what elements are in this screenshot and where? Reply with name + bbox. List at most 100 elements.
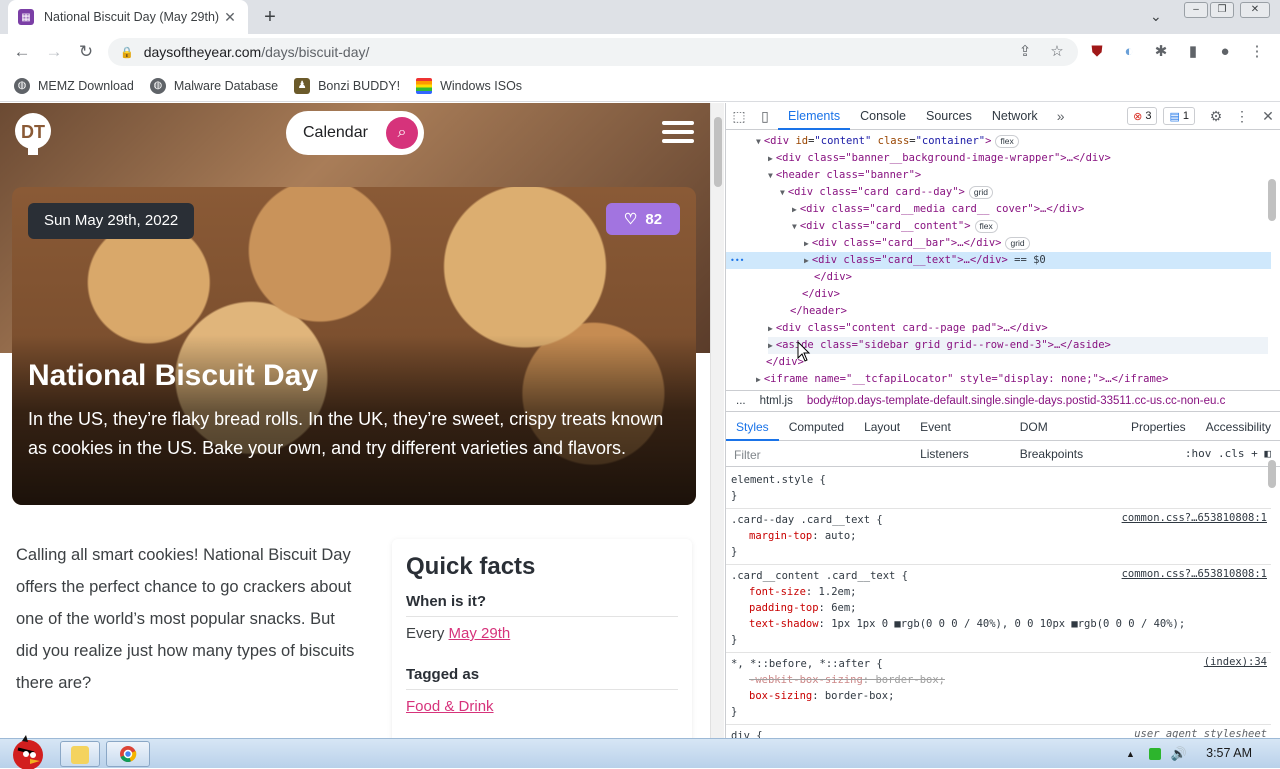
- extension-vpn-icon[interactable]: ◐: [1120, 43, 1138, 61]
- gorilla-icon: ♟: [294, 77, 311, 94]
- devtools-close-icon[interactable]: ✕: [1255, 108, 1280, 125]
- page-scrollbar[interactable]: [710, 103, 724, 738]
- dom-node-card-content[interactable]: ▼ <div class="card__content"> flex: [792, 218, 998, 235]
- bookmark-bonzi-buddy[interactable]: ♟ Bonzi BUDDY!: [294, 77, 400, 94]
- menu-kebab-icon[interactable]: ⋮: [1248, 43, 1266, 61]
- devtools-menu-icon[interactable]: ⋮: [1229, 108, 1255, 125]
- css-declaration[interactable]: margin-top: auto;: [731, 528, 1266, 544]
- dom-node-close-div[interactable]: </div>: [814, 269, 852, 286]
- bookmark-windows-isos[interactable]: Windows ISOs: [416, 77, 522, 94]
- styles-scrollbar[interactable]: [1265, 456, 1279, 738]
- share-icon[interactable]: ⇪: [1016, 43, 1034, 61]
- taskbar-explorer-button[interactable]: [60, 741, 100, 767]
- css-declaration[interactable]: text-shadow: 1px 1px 0 ■rgb(0 0 0 / 40%)…: [731, 616, 1266, 632]
- dom-node-content[interactable]: ▼ <div id="content" class="container"> fle…: [756, 133, 1019, 150]
- category-link[interactable]: Food & Drink: [406, 698, 494, 715]
- dom-node-card-bar[interactable]: ▶ <div class="card__bar">…</div> grid: [804, 235, 1030, 252]
- volume-icon[interactable]: 🔊: [1171, 746, 1187, 762]
- styles-filter-input[interactable]: Filter :hov .cls + ◧: [726, 443, 1280, 467]
- tab-sources[interactable]: Sources: [916, 103, 982, 130]
- dom-node-header[interactable]: ▼ <header class="banner">: [768, 167, 921, 184]
- breadcrumb-body[interactable]: body#top.days-template-default.single.si…: [807, 395, 1226, 407]
- css-declaration[interactable]: box-sizing: border-box;: [731, 688, 1266, 704]
- css-declaration[interactable]: padding-top: 6em;: [731, 600, 1266, 616]
- style-rule[interactable]: .card--day .card__text {common.css?…6538…: [726, 509, 1271, 565]
- tab-network[interactable]: Network: [982, 103, 1048, 130]
- tab-console[interactable]: Console: [850, 103, 916, 130]
- site-logo-icon[interactable]: DT: [12, 111, 54, 157]
- restore-icon[interactable]: ❐: [1210, 2, 1234, 18]
- tab-properties[interactable]: Properties: [1121, 414, 1196, 441]
- extension-shield-icon[interactable]: ⛊: [1088, 43, 1106, 61]
- reload-icon[interactable]: ↻: [76, 42, 96, 62]
- css-declaration[interactable]: font-size: 1.2em;: [731, 584, 1266, 600]
- tab-close-icon[interactable]: ✕: [222, 9, 238, 26]
- more-tabs-icon[interactable]: »: [1048, 108, 1074, 124]
- bookmark-malware-database[interactable]: ◍ Malware Database: [149, 77, 278, 94]
- dom-node-close-header[interactable]: </header>: [790, 303, 847, 320]
- extensions-puzzle-icon[interactable]: ✱: [1152, 43, 1170, 61]
- style-rule[interactable]: div {user agent stylesheetdisplay: block…: [726, 725, 1271, 738]
- forward-icon[interactable]: →: [44, 42, 64, 62]
- rule-source-link[interactable]: common.css?…653810808:1: [1122, 512, 1267, 524]
- dom-tree-scrollbar[interactable]: [1265, 131, 1279, 389]
- tab-event-listeners[interactable]: Event Listeners: [910, 414, 1010, 461]
- bookmark-memz[interactable]: ◍ MEMZ Download: [14, 77, 134, 94]
- side-panel-icon[interactable]: ▮: [1184, 43, 1202, 61]
- tab-elements[interactable]: Elements: [778, 103, 851, 130]
- breadcrumb-more[interactable]: ...: [736, 395, 746, 407]
- new-tab-button[interactable]: +: [258, 6, 282, 28]
- calendar-search-pill[interactable]: Calendar ⌕: [286, 111, 424, 155]
- tab-accessibility[interactable]: Accessibility: [1196, 414, 1280, 441]
- hamburger-menu-icon[interactable]: [662, 121, 694, 147]
- date-badge: Sun May 29th, 2022: [28, 203, 195, 239]
- settings-gear-icon[interactable]: ⚙: [1203, 108, 1229, 125]
- calendar-label: Calendar: [303, 124, 368, 141]
- dom-node-card-text-selected[interactable]: ••• ▶ <div class="card__text">…</div> == $…: [726, 252, 1271, 269]
- style-rule[interactable]: *, *::before, *::after {(index):34 -webki…: [726, 653, 1271, 725]
- rule-close-brace: }: [731, 546, 738, 558]
- breadcrumb-html[interactable]: html.js: [760, 395, 793, 407]
- css-declaration[interactable]: -webkit-box-sizing: border-box;: [731, 672, 1266, 688]
- rule-close-brace: }: [731, 706, 738, 718]
- taskbar-clock[interactable]: 3:57 AM: [1206, 746, 1252, 760]
- rule-source-link[interactable]: common.css?…653810808:1: [1122, 568, 1267, 580]
- taskbar-chrome-button[interactable]: [106, 741, 150, 767]
- minimize-icon[interactable]: –: [1184, 2, 1208, 18]
- start-button-bird-icon[interactable]: [4, 733, 48, 769]
- dom-node-content-page[interactable]: ▶ <div class="content card--page pad">…</…: [768, 320, 1048, 337]
- like-button[interactable]: ♡ 82: [606, 203, 680, 235]
- calendar-favicon-icon: ▦: [18, 9, 34, 25]
- tab-computed[interactable]: Computed: [779, 414, 854, 441]
- network-icon[interactable]: [1148, 748, 1161, 760]
- search-icon[interactable]: ⌕: [386, 117, 418, 149]
- dom-node-close-div[interactable]: </div>: [802, 286, 840, 303]
- date-link[interactable]: May 29th: [449, 625, 511, 642]
- back-icon[interactable]: ←: [12, 42, 32, 62]
- dom-node-iframe[interactable]: ▶ <iframe name="__tcfapiLocator" style="d…: [756, 371, 1168, 388]
- style-rule[interactable]: .card__content .card__text {common.css?……: [726, 565, 1271, 653]
- folder-icon: [71, 746, 89, 764]
- dom-node-card-media[interactable]: ▶ <div class="card__media card__ cover">……: [792, 201, 1084, 218]
- styles-tab-bar: Styles Computed Layout Event Listeners D…: [726, 414, 1280, 461]
- device-toolbar-icon[interactable]: ▯: [752, 108, 778, 125]
- rule-source-link[interactable]: (index):34: [1204, 656, 1267, 668]
- inspect-element-icon[interactable]: ⬚: [726, 108, 752, 125]
- styles-toolbar[interactable]: :hov .cls + ◧: [1185, 447, 1271, 460]
- profile-avatar-icon[interactable]: ●: [1216, 43, 1234, 61]
- tab-styles[interactable]: Styles: [726, 414, 779, 441]
- message-count-badge[interactable]: ▤ 1: [1163, 107, 1195, 125]
- tab-dom-breakpoints[interactable]: DOM Breakpoints: [1010, 414, 1121, 461]
- browser-tab[interactable]: ▦ National Biscuit Day (May 29th) - ✕: [8, 0, 248, 34]
- tray-expand-icon[interactable]: ▲: [1126, 749, 1135, 759]
- bookmark-star-icon[interactable]: ☆: [1048, 43, 1066, 61]
- window-close-icon[interactable]: ✕: [1240, 2, 1270, 18]
- dom-node-aside[interactable]: ▶ <aside class="sidebar grid grid--row-en…: [768, 337, 1268, 354]
- dom-node-card-day[interactable]: ▼ <div class="card card--day"> grid: [780, 184, 994, 201]
- dom-node-banner-bg[interactable]: ▶ <div class="banner__background-image-wr…: [768, 150, 1111, 167]
- address-bar[interactable]: 🔒 daysoftheyear.com/days/biscuit-day/: [108, 38, 1078, 66]
- tab-layout[interactable]: Layout: [854, 414, 910, 441]
- tab-search-icon[interactable]: ⌄: [1150, 8, 1162, 25]
- style-rule[interactable]: element.style {}: [726, 469, 1271, 509]
- error-count-badge[interactable]: ⊗ 3: [1127, 107, 1158, 125]
